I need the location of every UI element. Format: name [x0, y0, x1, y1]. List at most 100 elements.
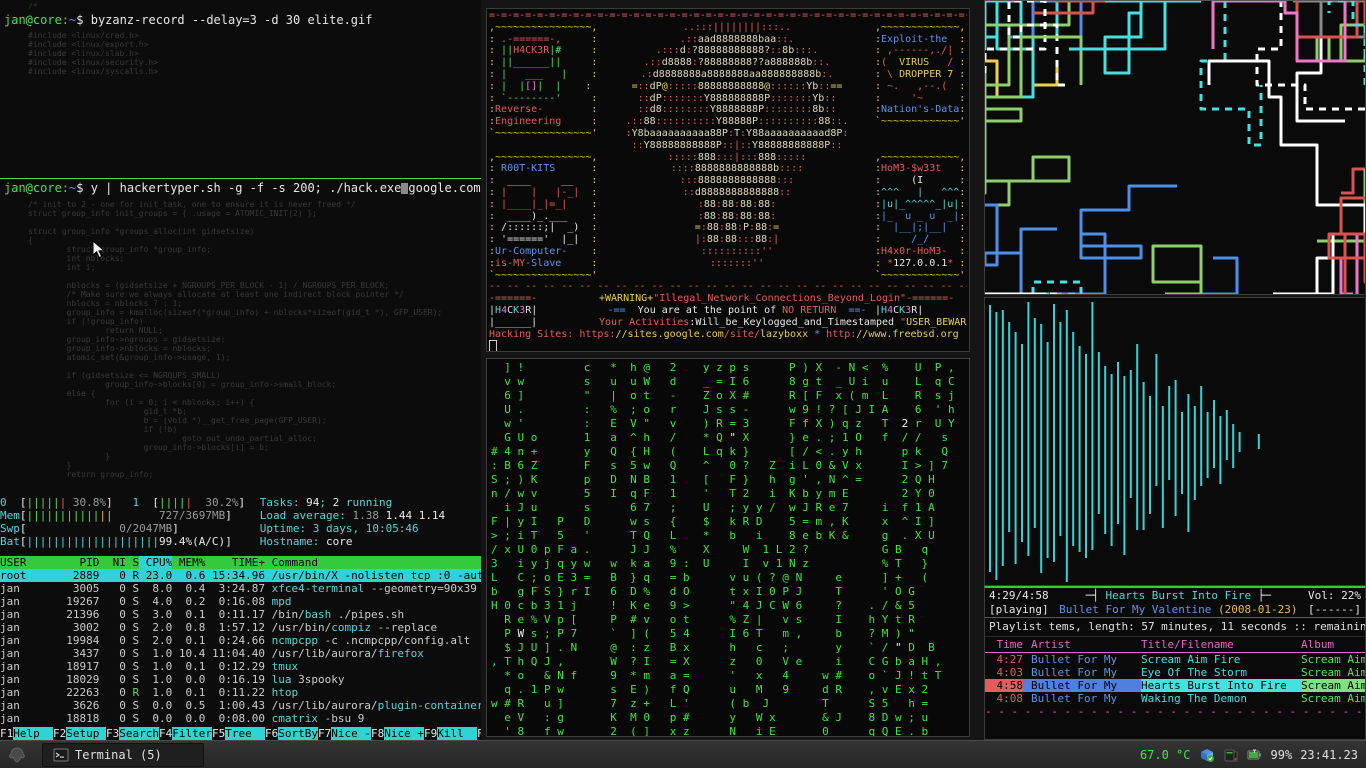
clock[interactable]: 23:41.23	[1300, 748, 1358, 762]
fkey-F8[interactable]: F8	[371, 727, 384, 740]
track-artist: Bullet For My Valentine	[1059, 603, 1211, 616]
audio-visualizer	[985, 298, 1365, 585]
display-icon[interactable]	[1223, 747, 1239, 763]
matrix-row: ] ! c * h @ 2 y z p s P ) X - N < % U P …	[491, 361, 965, 375]
matrix-row: G U o 1 a ^ h / * Q " X } e . ; 1 O f / …	[491, 431, 965, 445]
code-line: group_info = kmalloc(sizeof(*group_info)…	[28, 308, 442, 317]
code-line: nblocks = nblocks ? : 1;	[28, 299, 442, 308]
ascii-art-row: : ||H4CK3R|# :.:::d:?88888888888?::8b:::…	[489, 45, 967, 57]
process-row[interactable]: jan 3002 0 S 2.0 0.8 1:57.12 /usr/bin/co…	[0, 621, 481, 634]
faint-comment: /*	[0, 0, 481, 11]
process-row[interactable]: root 2889 0 R 23.0 0.6 15:34.96 /usr/bin…	[0, 569, 481, 582]
code-line: b = (void *)__get_free_page(GFP_USER);	[28, 416, 442, 425]
playlist-row[interactable]: 4:58Bullet For MyHearts Burst Into FireS…	[985, 679, 1365, 692]
code-line: group_info->blocks[0] = group_info->smal…	[28, 380, 442, 389]
process-row[interactable]: jan 19267 0 S 4.0 0.2 0:16.08 mpd	[0, 595, 481, 608]
ascii-art-row: : | | |-_| :::d8888888888888:::^^^ | ^^^…	[489, 187, 967, 199]
battery-percent: 99%	[1271, 748, 1293, 762]
process-row[interactable]: jan 21396 0 S 3.0 0.1 0:11.17 /bin/bash …	[0, 608, 481, 621]
fkey-F3[interactable]: F3	[106, 727, 119, 740]
playlist-header[interactable]: Time Artist Title/Filename Album	[985, 637, 1365, 653]
process-row[interactable]: jan 3005 0 S 8.0 0.4 3:24.87 xfce4-termi…	[0, 582, 481, 595]
process-row[interactable]: jan 22263 0 R 1.0 0.1 0:11.22 htop	[0, 686, 481, 699]
pipe	[985, 1, 1081, 37]
command-text: byzanz-record --delay=3 -d 30 elite.gif	[91, 13, 373, 27]
hackertyper-code-top: #include <linux/cred.h>#include <linux/e…	[0, 27, 481, 76]
htop-info-line: Hostname: core	[260, 535, 481, 548]
process-row[interactable]: jan 19984 0 S 2.0 0.1 0:24.66 ncmpcpp -c…	[0, 634, 481, 647]
fkey-F4[interactable]: F4	[159, 727, 172, 740]
updates-icon[interactable]	[1199, 747, 1215, 763]
htop-meter: Bat[||||||||||||||||||||99.4%(A/C)]	[0, 535, 260, 548]
process-row[interactable]: jan 18818 0 S 0.0 0.0 0:08.00 cmatrix -b…	[0, 712, 481, 725]
terminal-icon	[53, 747, 69, 763]
fkey-F10[interactable]: F10	[477, 727, 481, 740]
fkey-label-F6[interactable]: SortBy	[278, 727, 318, 740]
code-line	[28, 272, 442, 281]
track-title: Hearts Burst Into Fire	[1105, 589, 1251, 602]
matrix-row: i J u s 6 7 ; U ; y y / w J R e 7 i f 1 …	[491, 501, 965, 515]
fkey-label-F3[interactable]: Search	[119, 727, 159, 740]
pipes-art	[985, 1, 1365, 294]
volume-label[interactable]: Vol: 22%	[1308, 589, 1361, 603]
xfce-menu-icon[interactable]	[4, 744, 30, 766]
process-row[interactable]: jan 3437 0 S 1.0 10.4 11:04.40 /usr/lib/…	[0, 647, 481, 660]
process-row[interactable]: jan 18917 0 S 1.0 0.1 0:12.29 tmux	[0, 660, 481, 673]
terminal-window-cmatrix[interactable]: ] ! c * h @ 2 y z p s P ) X - N < % U P …	[486, 358, 970, 737]
ascii-art-row: : |____|_|=_| ::88:88:88:88::|u|_^^^^^_|…	[489, 199, 967, 211]
system-tray: 67.0 °C 99% 23:41.23	[1140, 747, 1366, 763]
matrix-row: w ' : E V " v ) R = 3 F f X ) q z T 2 r …	[491, 417, 965, 431]
code-line: #include <linux/syscalls.h>	[28, 67, 481, 76]
fkey-label-F9[interactable]: Kill	[437, 727, 477, 740]
terminal-window-ncmpcpp[interactable]: 4:29/4:58 ─┤ Hearts Burst Into Fire ├─ V…	[984, 586, 1366, 740]
htop-table-header[interactable]: USER PID NI S CPU% MEM% TIME+ Command	[0, 556, 481, 569]
block-cursor	[489, 340, 497, 352]
battery-icon[interactable]	[1247, 747, 1263, 763]
fkey-F2[interactable]: F2	[53, 727, 66, 740]
htop-panel: 0 [|||||| 30.8%] 1 [||||| 30.2%]Mem[||||…	[0, 496, 481, 738]
fkey-label-F1[interactable]: Help	[13, 727, 53, 740]
ascii-art-row: |H4CK3R|-== You are at the point of NO R…	[489, 305, 967, 317]
matrix-row: n / w v 5 I q F 1 ' T 2 i K b y m E 2 Y …	[491, 487, 965, 501]
process-row[interactable]: jan 3626 0 S 0.0 0.5 1:00.43 /usr/lib/au…	[0, 699, 481, 712]
fkey-label-F4[interactable]: Filter	[172, 727, 212, 740]
code-line	[28, 479, 442, 488]
playlist-scroll-indicator: - - - - - - - - - - - - - - - - - - - - …	[985, 705, 1365, 718]
taskbar-window-button[interactable]: Terminal (5)	[42, 743, 204, 767]
matrix-row: * o & N f 9 * m a = ' x 4 w # o ` J ! t …	[491, 669, 965, 683]
process-row[interactable]: jan 18029 0 S 1.0 0.0 0:16.19 lua 3spook…	[0, 673, 481, 686]
matrix-row: S ; ) K p D N B 1 [ F } h g ' , N ^ = 2 …	[491, 473, 965, 487]
volume-bar[interactable]: [------]	[1308, 603, 1361, 617]
matrix-row: U . : % ; o r J s s - w 9 ! ? [ J I A 6 …	[491, 403, 965, 417]
fkey-F9[interactable]: F9	[424, 727, 437, 740]
fkey-label-F2[interactable]: Setup	[66, 727, 106, 740]
playlist-row[interactable]: 4:03Bullet For MyEye Of The StormScream …	[985, 666, 1365, 679]
fkey-F5[interactable]: F5	[212, 727, 225, 740]
matrix-rain: ] ! c * h @ 2 y z p s P ) X - N < % U P …	[487, 359, 969, 737]
playlist-row[interactable]: 4:27Bullet For MyScream Aim FireScream A…	[985, 653, 1365, 666]
fkey-F1[interactable]: F1	[0, 727, 13, 740]
htop-meters: 0 [|||||| 30.8%] 1 [||||| 30.2%]Mem[||||…	[0, 496, 260, 548]
terminal-window-hacker-art[interactable]: =-=-=-=-=-=-=-=-=-=-=-=-=-=-=-=-=-=-=-=-…	[486, 8, 970, 352]
terminal-window-left[interactable]: /* jan@core:~$ byzanz-record --delay=3 -…	[0, 0, 481, 740]
fkey-F6[interactable]: F6	[265, 727, 278, 740]
terminal-window-visualizer[interactable]	[984, 297, 1366, 586]
htop-meter: Swp[ 0/2047MB]	[0, 522, 260, 535]
terminal-window-pipes[interactable]	[984, 0, 1366, 295]
playlist-row[interactable]: 4:08Bullet For MyWaking The DemonScream …	[985, 692, 1365, 705]
fkey-F7[interactable]: F7	[318, 727, 331, 740]
matrix-row: # 4 n + y Q { H ( L q k } [ / < . y h p …	[491, 445, 965, 459]
fkey-label-F5[interactable]: Tree	[225, 727, 265, 740]
code-line	[28, 218, 442, 227]
code-line: struct group_info *group_info;	[28, 245, 442, 254]
matrix-row: $ J U ] . N @ : z B x h c ; y ` / " D B	[491, 641, 965, 655]
pipe	[1341, 169, 1365, 205]
matrix-row: > ; i T 5 ' T Q L * b i 8 e b K & g . X …	[491, 529, 965, 543]
fkey-label-F8[interactable]: Nice +	[384, 727, 424, 740]
ascii-art: =-=-=-=-=-=-=-=-=-=-=-=-=-=-=-=-=-=-=-=-…	[487, 9, 969, 352]
htop-info-line: Tasks: 94; 2 running	[260, 496, 481, 509]
htop-info-line: Uptime: 3 days, 10:05:46	[260, 522, 481, 535]
code-line: #include <linux/export.h>	[28, 40, 481, 49]
code-line: #include <linux/cred.h>	[28, 31, 481, 40]
fkey-label-F7[interactable]: Nice -	[331, 727, 371, 740]
